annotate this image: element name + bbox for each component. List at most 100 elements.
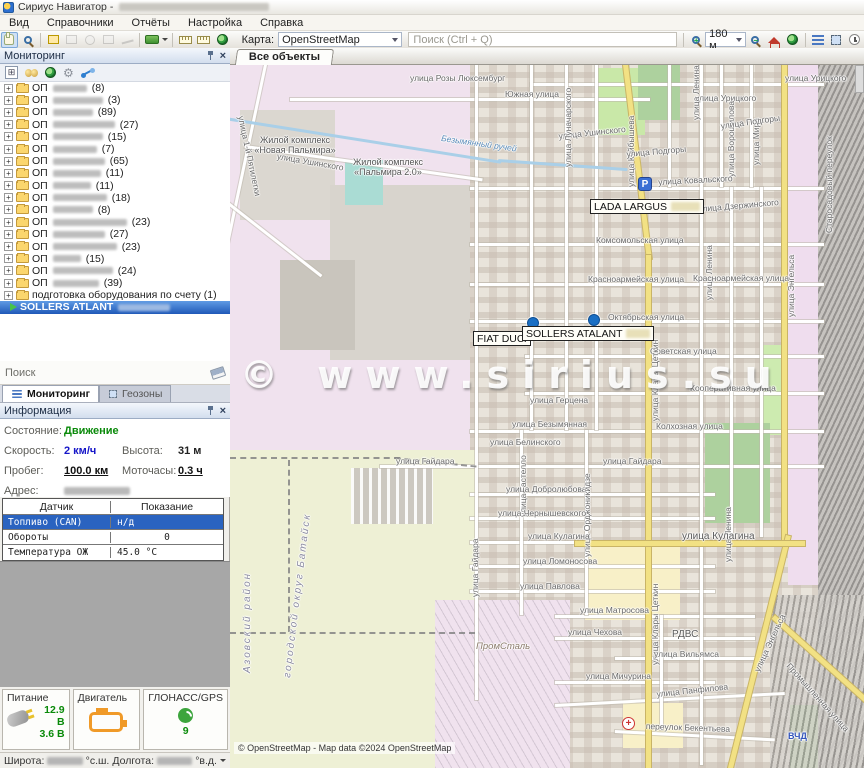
geozone-line-button[interactable] (119, 32, 135, 48)
monitoring-panel-title: Мониторинг (4, 50, 65, 62)
vehicle-label[interactable]: LADA LARGUS (590, 199, 704, 214)
map-zoom-in-button[interactable]: + (688, 32, 704, 48)
geozone-add-button[interactable] (64, 32, 80, 48)
tree-group-row[interactable]: +ОП(8) (0, 204, 230, 216)
tree-group-row[interactable]: +ОП(15) (0, 131, 230, 143)
parking-icon[interactable]: P (638, 177, 652, 191)
caret-down-icon (392, 38, 398, 42)
expand-icon[interactable]: + (4, 279, 13, 288)
expand-icon[interactable]: + (4, 108, 13, 117)
show-on-map-icon[interactable] (45, 67, 56, 78)
geozone-edit-button[interactable] (45, 32, 61, 48)
expand-icon[interactable]: + (4, 291, 13, 300)
expand-icon[interactable]: + (4, 266, 13, 275)
expand-icon[interactable]: + (4, 218, 13, 227)
hand-icon (4, 34, 14, 45)
pin-icon[interactable] (207, 51, 214, 60)
tree-search-row[interactable]: Поиск (0, 361, 230, 385)
tree-group-row[interactable]: +ОП(7) (0, 143, 230, 155)
tree-group-row[interactable]: +ОП(39) (0, 277, 230, 289)
menu-item-Справочники[interactable]: Справочники (38, 16, 123, 30)
expand-icon[interactable]: + (4, 96, 13, 105)
geozone-circle-button[interactable] (82, 32, 98, 48)
object-list-button[interactable] (810, 32, 826, 48)
tree-group-name-blur (53, 182, 91, 189)
mileage-link[interactable]: 100.0 км (64, 465, 108, 477)
sensor-row[interactable]: Обороты0 (3, 530, 223, 545)
folder-icon (16, 132, 29, 141)
expand-icon[interactable]: + (4, 120, 13, 129)
expand-icon[interactable]: + (4, 242, 13, 251)
map-attribution: © OpenStreetMap - Map data ©2024 OpenStr… (234, 742, 455, 754)
measure2-button[interactable] (196, 32, 212, 48)
map-canvas[interactable]: улица Розы ЛюксембургЮжная улицаулица Ур… (230, 65, 864, 768)
vehicle-marker[interactable] (588, 314, 600, 326)
map-globe-button[interactable] (214, 32, 230, 48)
expand-all-button[interactable]: ⊞ (5, 66, 18, 79)
expand-icon[interactable]: + (4, 205, 13, 214)
expand-icon[interactable]: + (4, 169, 13, 178)
map-street-label: Красноармейская улица (588, 274, 684, 284)
tree-group-row[interactable]: +ОП(11) (0, 180, 230, 192)
history-button[interactable] (846, 32, 862, 48)
pin-icon[interactable] (207, 406, 214, 415)
tree-group-row[interactable]: +ОП(27) (0, 228, 230, 240)
tree-group-row[interactable]: +ОП(8) (0, 82, 230, 94)
tree-group-row[interactable]: +ОП(24) (0, 265, 230, 277)
expand-icon[interactable]: + (4, 254, 13, 263)
search-placeholder: Поиск (Ctrl + Q) (413, 34, 492, 46)
close-icon[interactable]: × (220, 406, 226, 416)
expand-icon[interactable]: + (4, 157, 13, 166)
tree-group-name-blur (53, 194, 107, 201)
layers-button[interactable] (144, 32, 168, 48)
binoculars-icon[interactable] (25, 69, 38, 77)
tree-group-row[interactable]: +ОП(27) (0, 119, 230, 131)
close-icon[interactable]: × (220, 51, 226, 61)
map-tab-all-objects[interactable]: Все объекты (235, 49, 334, 65)
tree-group-row[interactable]: +ОП(23) (0, 240, 230, 252)
tree-item-selected[interactable]: SOLLERS ATLANT (0, 301, 230, 313)
expand-icon[interactable]: + (4, 230, 13, 239)
tree-group-row[interactable]: +ОП(65) (0, 155, 230, 167)
vehicle-label[interactable]: SOLLERS ATALANT (522, 326, 654, 341)
info-body: Состояние: Движение Скорость: 2 км/ч Выс… (0, 419, 230, 497)
map-provider-select[interactable]: OpenStreetMap (278, 32, 402, 47)
settings-gear-icon[interactable]: ⚙ (63, 67, 74, 79)
menu-item-Настройка[interactable]: Настройка (179, 16, 251, 30)
tab-Мониторинг[interactable]: Мониторинг (2, 385, 99, 402)
measure-button[interactable] (177, 32, 193, 48)
zoom-tool-button[interactable] (20, 32, 36, 48)
global-search-input[interactable]: Поиск (Ctrl + Q) (408, 32, 676, 47)
menu-item-Справка[interactable]: Справка (251, 16, 312, 30)
expand-icon[interactable]: + (4, 181, 13, 190)
map-scrollbar-thumb[interactable] (855, 65, 864, 93)
sensor-row[interactable]: Топливо (CAN)н/д (3, 515, 223, 530)
route-icon[interactable] (81, 68, 95, 78)
menu-item-Вид[interactable]: Вид (0, 16, 38, 30)
tab-Геозоны[interactable]: Геозоны (99, 385, 171, 402)
sensor-row[interactable]: Температура ОЖ45.0 °C (3, 545, 223, 560)
tree-group-row[interactable]: +ОП(15) (0, 253, 230, 265)
selection-frame-button[interactable] (828, 32, 844, 48)
home-view-button[interactable] (766, 32, 782, 48)
tree-group-row[interactable]: +ОП(89) (0, 106, 230, 118)
geozone-polygon-button[interactable] (101, 32, 117, 48)
world-view-button[interactable] (784, 32, 800, 48)
expand-icon[interactable]: + (4, 145, 13, 154)
map-zoom-out-button[interactable]: − (747, 32, 763, 48)
hours-link[interactable]: 0.3 ч (178, 465, 203, 477)
pan-tool-button[interactable] (1, 32, 18, 48)
menu-item-Отчёты[interactable]: Отчёты (123, 16, 179, 30)
tree-group-row[interactable]: +ОП(11) (0, 167, 230, 179)
eraser-icon[interactable] (210, 366, 226, 380)
tree-group-row[interactable]: +ОП(3) (0, 94, 230, 106)
tree-group-row[interactable]: +подготовка оборудования по счету (1) (0, 289, 230, 301)
expand-icon[interactable]: + (4, 84, 13, 93)
expand-icon[interactable]: + (4, 193, 13, 202)
tree-group-row[interactable]: +ОП(18) (0, 192, 230, 204)
tree-group-row[interactable]: +ОП(23) (0, 216, 230, 228)
expand-icon[interactable]: + (4, 132, 13, 141)
map-street-label: улица Ленина (691, 65, 701, 120)
map-scale-select[interactable]: 180 м (705, 32, 746, 47)
caret-down-icon[interactable] (220, 759, 226, 762)
